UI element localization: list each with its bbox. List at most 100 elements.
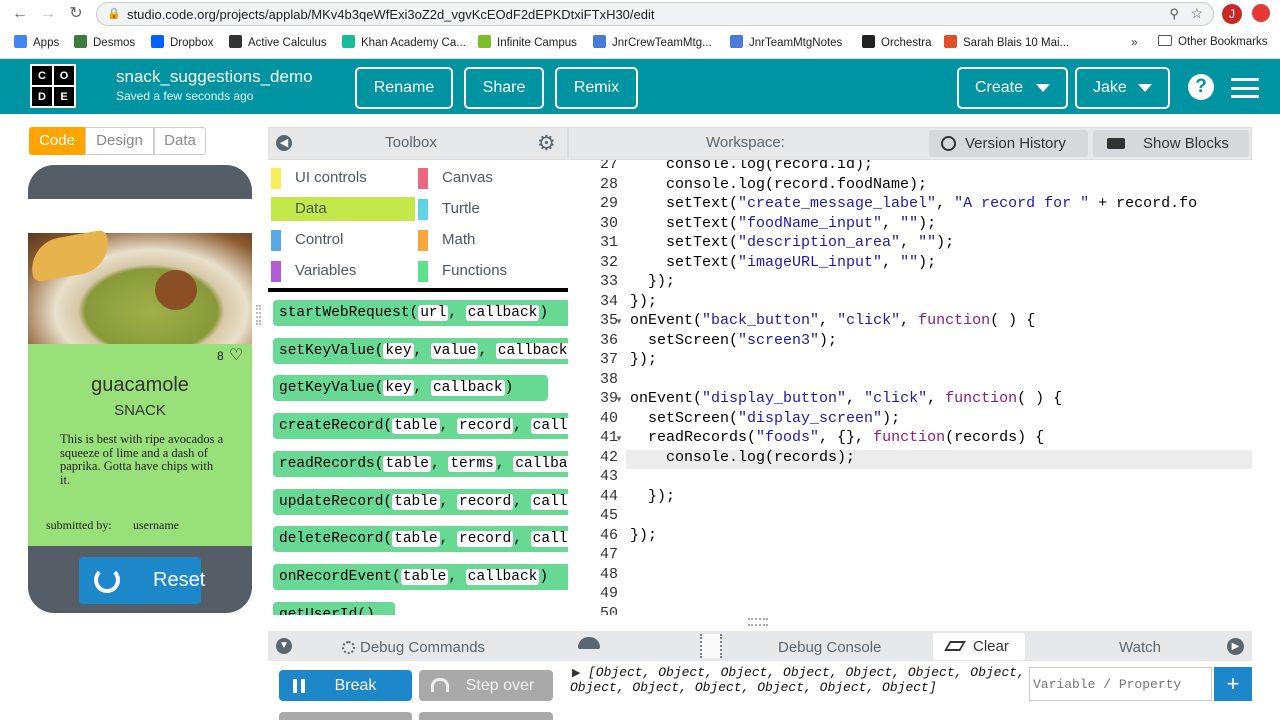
step-over-button[interactable]: Step over: [419, 670, 553, 701]
logo-letter: C: [32, 66, 52, 85]
code-line: onEvent("display_button", "click", funct…: [630, 390, 1063, 407]
toolbox-category[interactable]: Canvas: [418, 166, 558, 190]
code-block[interactable]: getUserId(): [273, 601, 395, 615]
profile-avatar[interactable]: J: [1222, 4, 1242, 24]
design-toggle[interactable]: Design: [85, 127, 154, 155]
bookmark-icon: [229, 35, 242, 48]
block-name: createRecord: [279, 418, 384, 435]
reset-button[interactable]: Reset: [79, 557, 205, 604]
block-param: key: [383, 342, 414, 359]
toolbox-category[interactable]: Functions: [418, 259, 558, 283]
back-icon[interactable]: ←: [10, 4, 30, 24]
collapse-debug-icon[interactable]: ▼: [276, 638, 292, 654]
version-history-button[interactable]: Version History: [929, 130, 1088, 157]
code-block[interactable]: setKeyValue(key, value, callback): [273, 337, 568, 364]
code-block[interactable]: deleteRecord(table, record, callback): [273, 526, 568, 553]
speed-slider-thumb[interactable]: [700, 634, 722, 658]
gear-icon[interactable]: ⚙: [537, 131, 556, 156]
create-menu-button[interactable]: Create: [957, 67, 1068, 109]
toolbox-category[interactable]: Control: [271, 228, 415, 252]
bookmark-label: JnrCrewTeamMtg...: [612, 37, 712, 49]
line-number: 29: [599, 195, 618, 212]
slow-turtle-icon[interactable]: [578, 637, 600, 649]
break-button[interactable]: Break: [279, 670, 412, 701]
bookmark-label: Sarah Blais 10 Mai...: [963, 37, 1070, 49]
extension-icon[interactable]: [1252, 4, 1270, 22]
fold-arrow-icon[interactable]: ▼: [615, 317, 623, 326]
category-label: Math: [442, 231, 476, 248]
code-editor[interactable]: 27 console.log(record.id); 28 console.log…: [568, 160, 1252, 615]
collapse-watch-icon[interactable]: ▶: [1227, 638, 1244, 655]
bookmark-item[interactable]: Khan Academy Ca...: [342, 35, 466, 49]
code-line: setText("create_message_label", "A recor…: [630, 195, 1198, 212]
bookmark-icon: [862, 35, 875, 48]
clear-console-button[interactable]: Clear: [933, 633, 1025, 660]
step-in-button[interactable]: [279, 712, 412, 720]
block-param: table: [400, 568, 449, 585]
forward-icon[interactable]: →: [38, 4, 58, 24]
help-icon[interactable]: ?: [1188, 74, 1214, 100]
line-number: 47: [599, 546, 618, 563]
remix-button[interactable]: Remix: [555, 67, 638, 109]
category-label: UI controls: [295, 169, 367, 186]
other-bookmarks[interactable]: Other Bookmarks: [1158, 35, 1267, 48]
bookmark-item[interactable]: Orchestra: [862, 35, 932, 49]
star-icon[interactable]: ☆: [1190, 5, 1203, 22]
bookmark-label: Khan Academy Ca...: [361, 37, 466, 49]
show-blocks-button[interactable]: Show Blocks: [1093, 130, 1249, 157]
bookmark-item[interactable]: JnrTeamMtgNotes: [730, 35, 842, 49]
other-bookmarks-label: Other Bookmarks: [1178, 36, 1268, 48]
watch-title: Watch: [1119, 639, 1161, 656]
data-toggle[interactable]: Data: [154, 127, 206, 155]
code-block[interactable]: readRecords(table, terms, callback): [273, 450, 568, 477]
reload-icon[interactable]: ↻: [66, 4, 86, 24]
share-button[interactable]: Share: [464, 67, 544, 109]
user-label: Jake: [1093, 79, 1127, 96]
bookmark-item[interactable]: JnrCrewTeamMtg...: [593, 35, 712, 49]
debug-console-title: Debug Console: [778, 639, 882, 656]
resize-handle[interactable]: [256, 305, 261, 325]
fold-arrow-icon[interactable]: ▼: [615, 395, 623, 404]
step-out-button[interactable]: [419, 712, 553, 720]
toolbox-category[interactable]: UI controls: [271, 166, 415, 190]
zoom-icon[interactable]: ⚲: [1169, 6, 1179, 22]
add-watch-button[interactable]: +: [1214, 667, 1252, 701]
line-number: 31: [599, 234, 618, 251]
block-param: table: [392, 531, 440, 548]
code-line: setText("foodName_input", "");: [630, 214, 937, 232]
console-output: [Object, Object, Object, Object, Object,…: [570, 665, 1025, 695]
editor-resize-handle[interactable]: [748, 618, 768, 626]
bookmark-item[interactable]: Active Calculus: [229, 35, 327, 49]
project-name: snack_suggestions_demo: [116, 67, 313, 86]
create-label: Create: [975, 79, 1024, 96]
line-number: 37: [599, 351, 618, 368]
watch-expression-input[interactable]: [1029, 667, 1212, 701]
toolbox-category[interactable]: Turtle: [418, 197, 558, 221]
block-param: table: [392, 493, 440, 510]
bookmark-item[interactable]: Dropbox: [151, 35, 213, 49]
code-toggle[interactable]: Code: [29, 127, 85, 155]
bookmark-item[interactable]: Sarah Blais 10 Mai...: [944, 35, 1069, 49]
bookmarks-overflow-icon[interactable]: »: [1131, 35, 1138, 49]
bookmark-item[interactable]: Infinite Campus: [478, 35, 577, 49]
user-menu-button[interactable]: Jake: [1075, 67, 1170, 109]
fold-arrow-icon[interactable]: ▼: [615, 434, 623, 443]
bookmark-item[interactable]: Desmos: [74, 35, 135, 49]
code-block[interactable]: startWebRequest(url, callback): [273, 300, 568, 326]
toolbox-category[interactable]: Data: [271, 197, 415, 221]
code-logo[interactable]: C O D E: [30, 64, 76, 108]
code-block[interactable]: onRecordEvent(table, callback): [273, 563, 568, 590]
code-block[interactable]: createRecord(table, record, callback): [273, 413, 568, 440]
toolbox-category[interactable]: Math: [418, 228, 558, 252]
address-bar[interactable]: 🔒 studio.code.org/projects/applab/MKv4b3…: [96, 2, 1214, 26]
code-block[interactable]: getKeyValue(key, callback): [273, 375, 548, 402]
rename-button[interactable]: Rename: [355, 67, 453, 109]
pause-icon: [293, 679, 305, 693]
code-block[interactable]: updateRecord(table, record, callback): [273, 488, 568, 515]
bookmark-icon: [944, 35, 957, 48]
bookmark-item[interactable]: Apps: [14, 35, 59, 49]
heart-icon[interactable]: ♡: [229, 345, 243, 365]
toolbox-category[interactable]: Variables: [271, 259, 415, 283]
hamburger-menu-icon[interactable]: [1231, 78, 1259, 98]
category-swatch: [418, 199, 428, 220]
